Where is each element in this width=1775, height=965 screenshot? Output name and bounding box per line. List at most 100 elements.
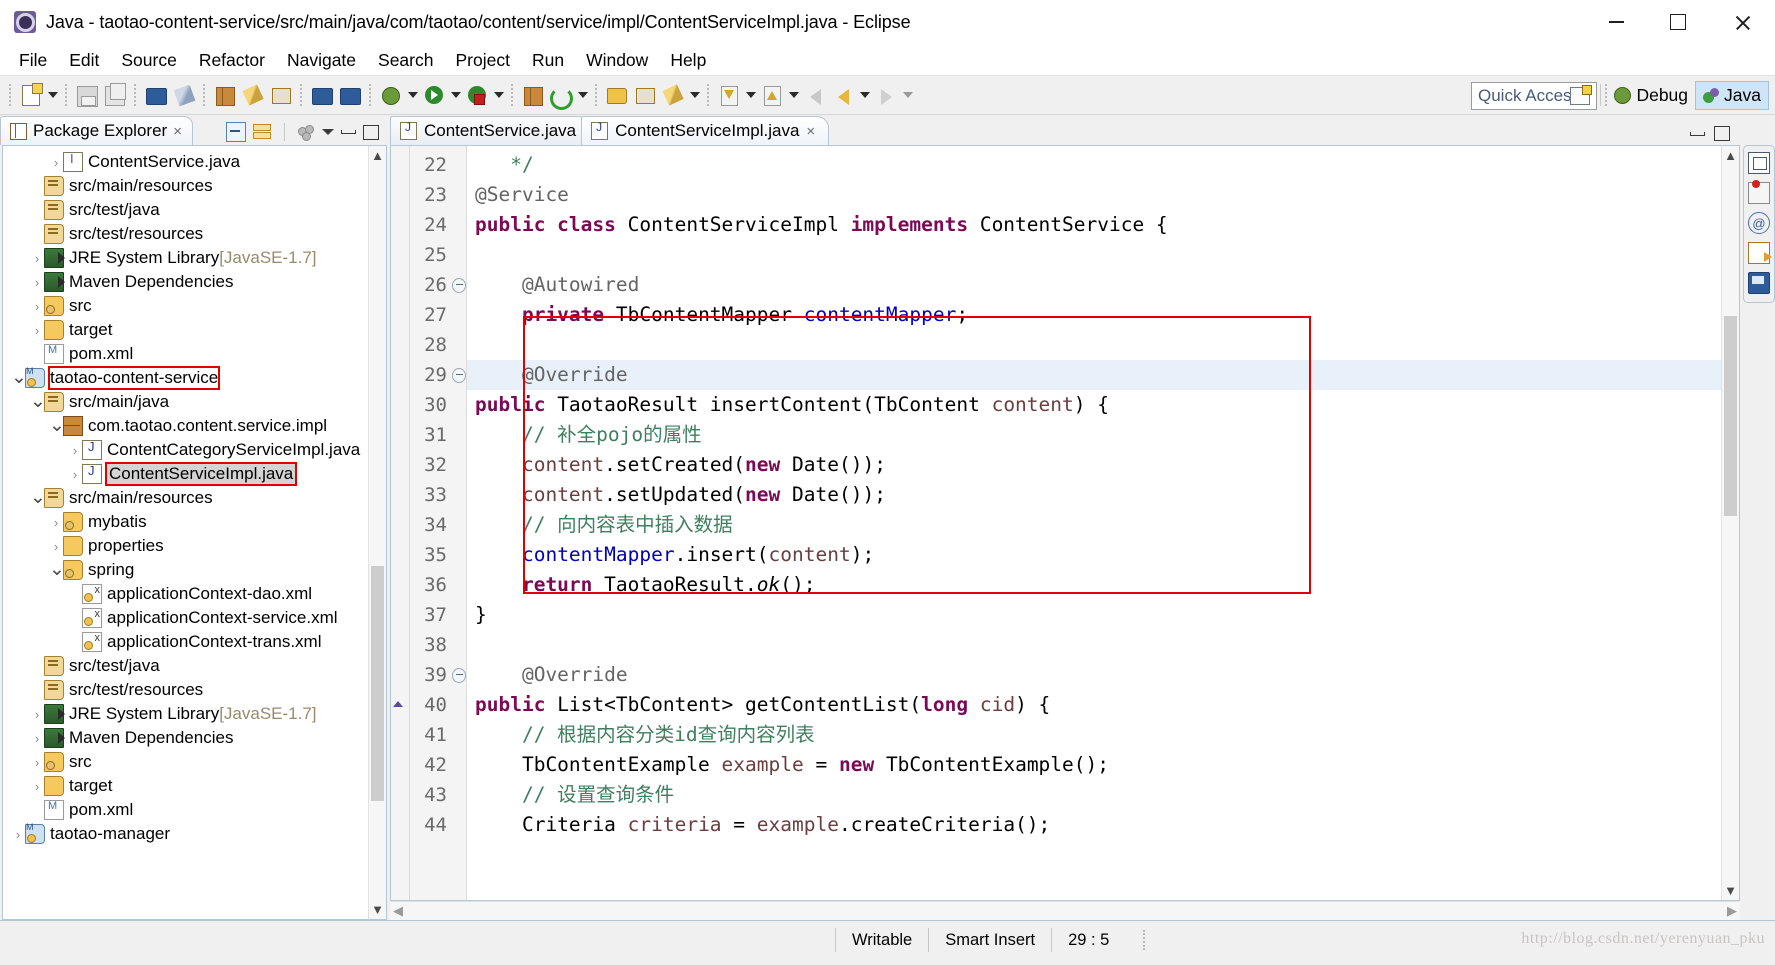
scrollbar-thumb[interactable] — [1724, 316, 1737, 516]
next-annotation-icon[interactable] — [717, 83, 741, 107]
code-line[interactable]: content.setCreated(new Date()); — [467, 450, 1721, 480]
menu-file[interactable]: File — [8, 47, 58, 74]
tree-item[interactable]: ⌄ src/main/java — [3, 390, 368, 414]
tab-content-service-java[interactable]: ContentService.java — [390, 116, 591, 145]
back-dropdown-icon[interactable] — [858, 84, 871, 106]
new-wizard-dropdown-icon[interactable] — [46, 84, 59, 106]
tree-item[interactable]: › Maven Dependencies — [3, 726, 368, 750]
tree-item[interactable]: src/test/java — [3, 198, 368, 222]
chevron-right-icon[interactable]: › — [49, 515, 63, 530]
tree-item[interactable]: applicationContext-dao.xml — [3, 582, 368, 606]
toggle-markoccurrences-icon[interactable] — [172, 83, 196, 107]
open-perspective-icon[interactable] — [1568, 83, 1593, 107]
code-text-area[interactable]: */ @Service public class ContentServiceImp… — [467, 146, 1721, 900]
tab-content-service-impl-java[interactable]: ContentServiceImpl.java × — [581, 116, 830, 145]
scrollbar-thumb[interactable] — [371, 566, 384, 801]
forward-icon[interactable] — [874, 83, 898, 107]
chevron-right-icon[interactable]: › — [30, 251, 44, 266]
link-with-editor-icon[interactable] — [253, 124, 271, 140]
tree-item[interactable]: src/test/resources — [3, 678, 368, 702]
package-explorer-scrollbar[interactable]: ▲ ▼ — [368, 146, 386, 919]
code-line[interactable]: public class ContentServiceImpl implemen… — [467, 210, 1721, 240]
chevron-right-icon[interactable]: › — [49, 155, 63, 170]
code-line[interactable]: // 根据内容分类id查询内容列表 — [467, 720, 1721, 750]
chevron-right-icon[interactable]: › — [30, 299, 44, 314]
minimize-icon[interactable] — [1690, 131, 1705, 136]
chevron-down-icon[interactable]: ⌄ — [30, 392, 46, 411]
open-task-icon[interactable] — [338, 83, 362, 107]
perspective-debug-button[interactable]: Debug — [1607, 82, 1695, 109]
tree-item[interactable]: src/main/resources — [3, 174, 368, 198]
tree-item[interactable]: › target — [3, 774, 368, 798]
open-resource-icon[interactable] — [633, 83, 657, 107]
edit-icon[interactable] — [661, 83, 685, 107]
last-edit-location-icon[interactable] — [803, 83, 827, 107]
menu-run[interactable]: Run — [521, 47, 575, 74]
save-all-icon[interactable] — [103, 83, 127, 107]
open-type-hierarchy-icon[interactable] — [605, 83, 629, 107]
new-wizard-icon[interactable] — [19, 83, 43, 107]
tab-package-explorer[interactable]: Package Explorer × — [0, 116, 193, 145]
editor-vertical-scrollbar[interactable]: ▲ ▼ — [1721, 146, 1739, 900]
chevron-down-icon[interactable]: ⌄ — [30, 488, 46, 507]
chevron-right-icon[interactable]: › — [30, 275, 44, 290]
perspective-java-button[interactable]: Java — [1695, 80, 1769, 110]
chevron-right-icon[interactable]: › — [68, 443, 82, 458]
chevron-right-icon[interactable]: › — [49, 539, 63, 554]
close-icon[interactable]: × — [173, 124, 182, 139]
view-menu-icon[interactable] — [298, 124, 315, 141]
menu-navigate[interactable]: Navigate — [276, 47, 367, 74]
chevron-right-icon[interactable]: › — [30, 731, 44, 746]
code-line[interactable] — [467, 630, 1721, 660]
tree-item[interactable]: ⌄ src/main/resources — [3, 486, 368, 510]
menu-project[interactable]: Project — [444, 47, 520, 74]
chevron-down-icon[interactable]: ⌄ — [49, 560, 65, 579]
tree-item[interactable]: › ContentService.java — [3, 150, 368, 174]
chevron-down-icon[interactable]: ⌄ — [11, 368, 27, 387]
code-line[interactable]: @Service — [467, 180, 1721, 210]
code-line[interactable]: @Override — [467, 660, 1721, 690]
tree-item[interactable]: › JRE System Library [JavaSE-1.7] — [3, 246, 368, 270]
tree-item[interactable]: › ContentServiceImpl.java — [3, 462, 368, 486]
code-line[interactable] — [467, 240, 1721, 270]
tree-item[interactable]: › properties — [3, 534, 368, 558]
editor-folding-column[interactable] — [452, 146, 467, 900]
debug-icon[interactable] — [379, 83, 403, 107]
code-line[interactable]: // 补全pojo的属性 — [467, 420, 1721, 450]
at-view-icon[interactable]: @ — [1748, 212, 1770, 234]
minimize-icon[interactable] — [341, 130, 356, 134]
scroll-down-icon[interactable]: ▼ — [1722, 881, 1739, 900]
tree-item[interactable]: src/test/java — [3, 654, 368, 678]
menu-refactor[interactable]: Refactor — [188, 47, 276, 74]
code-line[interactable]: private TbContentMapper contentMapper; — [467, 300, 1721, 330]
maximize-icon[interactable] — [1714, 126, 1730, 141]
code-line[interactable]: public List<TbContent> getContentList(lo… — [467, 690, 1721, 720]
chevron-right-icon[interactable]: › — [68, 467, 82, 482]
link-icon[interactable] — [269, 83, 293, 107]
tree-item[interactable]: › Maven Dependencies — [3, 270, 368, 294]
scroll-right-icon[interactable]: ▶ — [1727, 903, 1737, 919]
tree-item[interactable]: › src — [3, 294, 368, 318]
scroll-up-icon[interactable]: ▲ — [1722, 146, 1739, 165]
back-icon[interactable] — [831, 83, 855, 107]
code-line[interactable]: @Override — [467, 360, 1721, 390]
tree-item[interactable]: pom.xml — [3, 798, 368, 822]
maximize-button[interactable] — [1647, 0, 1709, 44]
scroll-up-icon[interactable]: ▲ — [369, 146, 386, 165]
next-annotation-dropdown-icon[interactable] — [744, 84, 757, 106]
tree-item[interactable]: › target — [3, 318, 368, 342]
restore-icon[interactable] — [1748, 152, 1770, 174]
minimize-button[interactable] — [1585, 0, 1647, 44]
code-line[interactable]: return TaotaoResult.ok(); — [467, 570, 1721, 600]
fold-collapse-icon[interactable] — [452, 270, 466, 300]
tree-item[interactable]: › ContentCategoryServiceImpl.java — [3, 438, 368, 462]
scroll-left-icon[interactable]: ◀ — [393, 903, 403, 919]
scroll-down-icon[interactable]: ▼ — [369, 900, 386, 919]
project-tree[interactable]: › ContentService.java src/main/resources sr… — [3, 146, 368, 919]
code-line[interactable]: public TaotaoResult insertContent(TbCont… — [467, 390, 1721, 420]
menu-help[interactable]: Help — [659, 47, 717, 74]
menu-edit[interactable]: Edit — [58, 47, 110, 74]
chevron-right-icon[interactable]: › — [11, 827, 25, 842]
external-tools-dropdown-icon[interactable] — [492, 84, 505, 106]
forward-dropdown-icon[interactable] — [901, 84, 914, 106]
